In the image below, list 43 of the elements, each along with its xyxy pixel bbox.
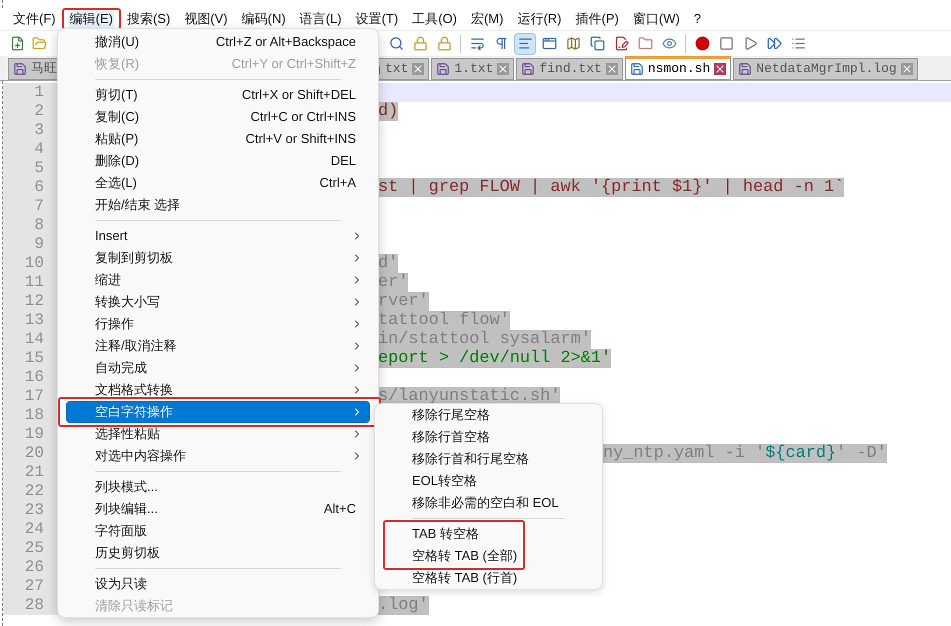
close-icon[interactable] (412, 63, 424, 75)
close-icon[interactable] (900, 63, 913, 75)
close-icon[interactable] (497, 63, 510, 75)
menu-bar-item[interactable]: 编码(N) (240, 9, 287, 29)
indent-guide-icon[interactable] (514, 32, 536, 54)
menu-bar-item[interactable]: 宏(M) (470, 9, 504, 29)
code-text: eport > /dev/null 2>&1' (378, 349, 612, 368)
code-text: d' (378, 254, 398, 273)
file-tab[interactable]: NetdataMgrImpl.log (733, 58, 918, 80)
menu-bar-item[interactable]: 设置(T) (354, 9, 400, 29)
file-tab[interactable]: nsmon.sh (624, 56, 732, 80)
menu-item[interactable]: 移除行首和行尾空格 (383, 448, 594, 470)
menu-bar-item[interactable]: ? (692, 9, 702, 29)
menu-item[interactable]: TAB 转空格 (383, 523, 594, 545)
menu-item[interactable]: 移除非必需的空白和 EOL (383, 492, 594, 514)
code-text: rver' (378, 292, 429, 311)
code-text: in/stattool sysalarm' (378, 330, 591, 349)
menu-bar-item[interactable]: 插件(P) (574, 9, 620, 29)
menu-item[interactable]: 撤消(U) Ctrl+Z or Alt+Backspace (66, 31, 370, 53)
code-text: er' (378, 273, 408, 292)
menu-bar-item[interactable]: 搜索(S) (126, 9, 172, 29)
close-icon[interactable] (606, 63, 618, 75)
menu-item[interactable]: 空格转 TAB (行首) (383, 567, 594, 589)
code-text: ny_ntp.yaml -i '${card}' -D' (603, 444, 887, 463)
menu-bar-item[interactable]: 文件(F) (12, 9, 57, 29)
code-text: st | grep FLOW | awk '{print $1}' | head -n 1` (378, 178, 844, 197)
code-text: .log' (378, 596, 429, 615)
menu-bar-item[interactable]: 视图(V) (183, 9, 229, 29)
code-text: tattool flow' (378, 311, 510, 330)
menu-bar-item[interactable]: 工具(O) (411, 9, 458, 29)
menu-bar-item[interactable]: 语言(L) (298, 9, 343, 29)
menu-bar-item[interactable]: 运行(R) (516, 9, 563, 29)
file-tab[interactable]: 1.txt (431, 58, 514, 80)
menu-item[interactable]: 空格转 TAB (全部) (383, 545, 594, 567)
code-text: d) (378, 102, 398, 121)
menu-item[interactable]: EOL转空格 (383, 470, 594, 492)
file-tab[interactable]: find.txt (516, 58, 623, 80)
close-icon[interactable] (714, 63, 726, 75)
menu-item[interactable]: 移除行首空格 (383, 426, 594, 448)
menu-item[interactable]: 空白字符操作 (66, 401, 370, 423)
menu-bar-item[interactable]: 编辑(E) (68, 9, 114, 29)
menu-bar-item[interactable]: 窗口(W) (632, 9, 681, 29)
menu-item[interactable]: 移除行尾空格 (383, 404, 594, 426)
